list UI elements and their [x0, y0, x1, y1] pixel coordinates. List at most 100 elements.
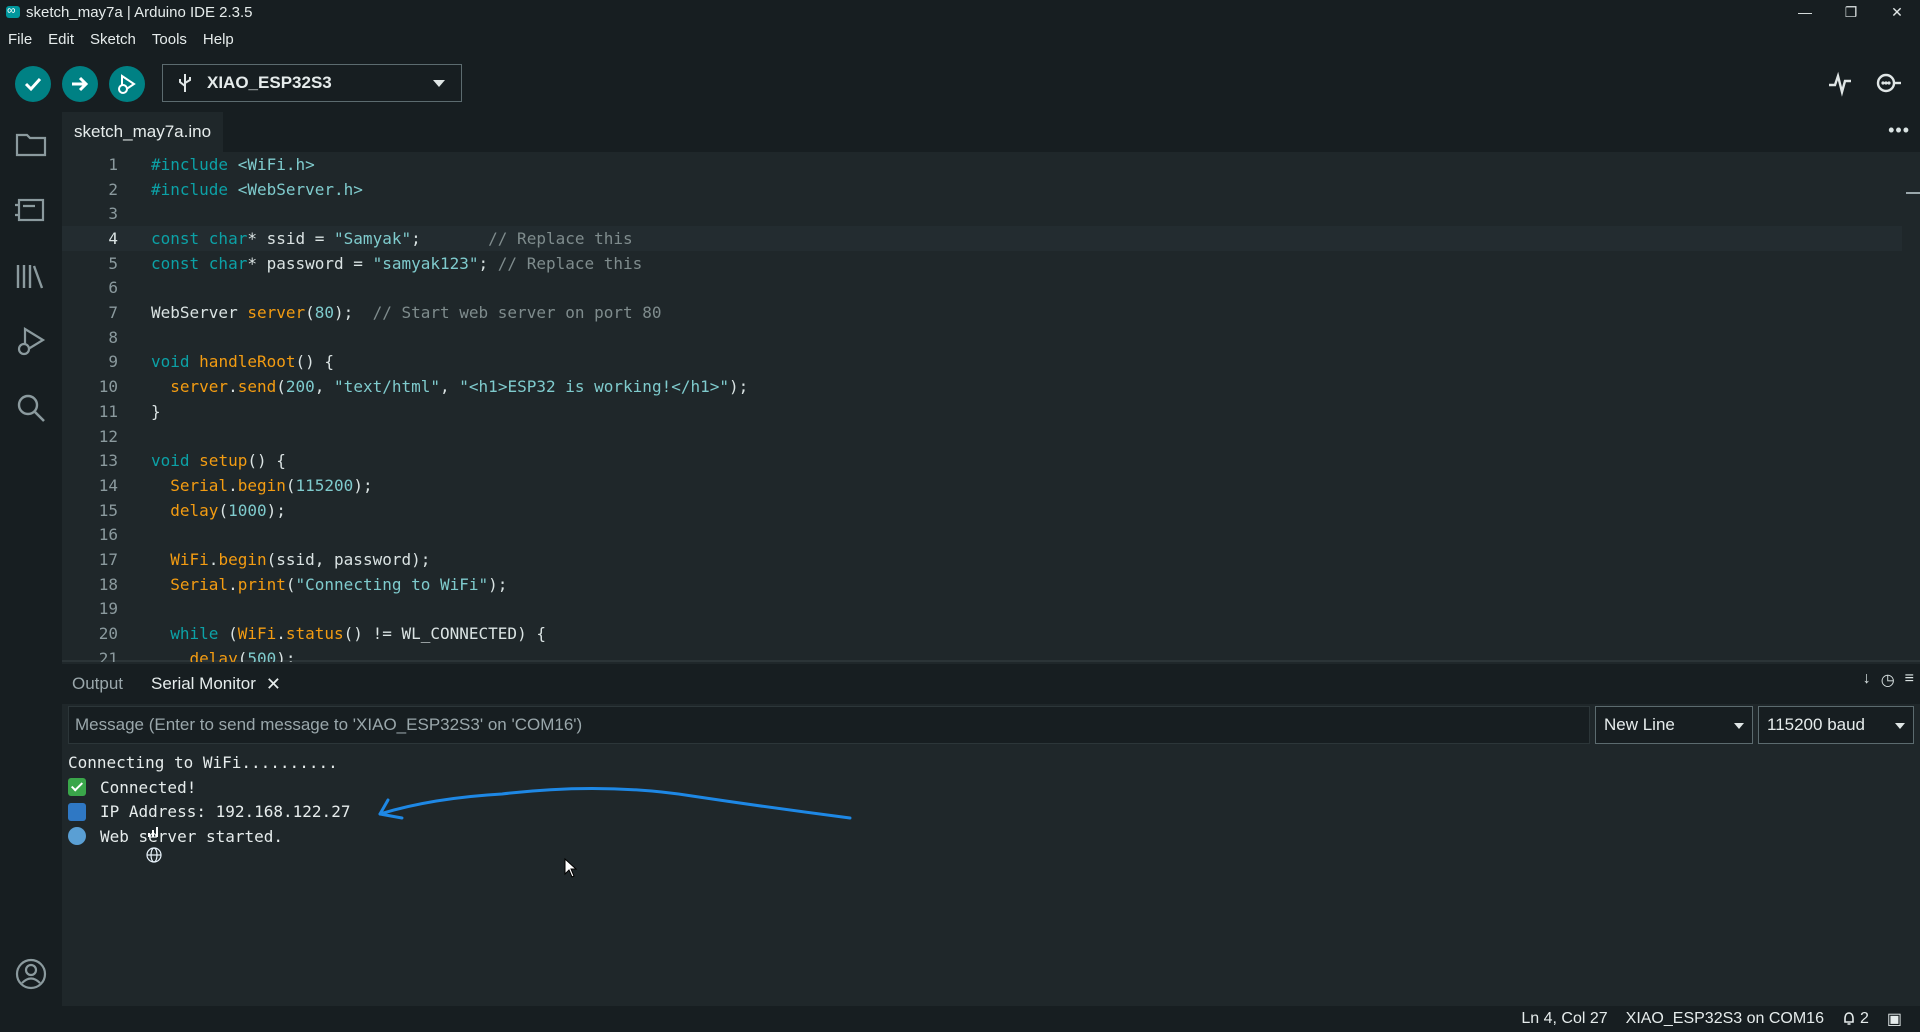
clear-output-icon[interactable]: ≡	[1905, 670, 1914, 690]
baud-rate-select[interactable]: 115200 baud	[1758, 706, 1914, 744]
cursor-position[interactable]: Ln 4, Col 27	[1521, 1010, 1607, 1028]
menu-tools[interactable]: Tools	[144, 31, 195, 48]
window-controls: — ❐ ✕	[1782, 0, 1920, 24]
line-number: 5	[108, 253, 118, 273]
restore-button[interactable]: ❐	[1828, 0, 1874, 24]
code-line[interactable]: 3	[62, 201, 1902, 226]
more-actions-icon[interactable]: •••	[1888, 120, 1910, 141]
code-text: const char* password = "samyak123"; // R…	[151, 253, 643, 273]
line-number: 14	[98, 475, 118, 495]
window-title: sketch_may7a | Arduino IDE 2.3.5	[26, 3, 253, 21]
board-port-status[interactable]: XIAO_ESP32S3 on COM16	[1626, 1010, 1824, 1028]
code-line[interactable]: 14 Serial.begin(115200);	[62, 473, 1902, 498]
chevron-down-icon	[433, 80, 445, 87]
baud-rate-value: 115200 baud	[1767, 715, 1866, 734]
menu-edit[interactable]: Edit	[40, 31, 82, 48]
code-text: void handleRoot() {	[151, 352, 335, 372]
line-number: 18	[98, 574, 118, 594]
code-line[interactable]: 6	[62, 276, 1902, 301]
line-number: 4	[108, 228, 118, 248]
activity-sidebar	[0, 112, 62, 1006]
minimize-button[interactable]: —	[1782, 0, 1828, 24]
line-number: 2	[108, 179, 118, 199]
serial-line-text: Connecting to WiFi..........	[68, 752, 338, 772]
bell-icon	[1844, 1012, 1854, 1025]
autoscroll-icon[interactable]: ↓	[1863, 670, 1871, 690]
search-icon[interactable]	[13, 390, 49, 426]
menu-bar: File Edit Sketch Tools Help	[0, 26, 242, 52]
code-line[interactable]: 12	[62, 424, 1902, 449]
debug-button[interactable]	[109, 66, 145, 102]
toggle-panel-icon[interactable]: ▣	[1887, 1009, 1902, 1029]
folder-icon[interactable]	[13, 126, 49, 162]
line-ending-select[interactable]: New Line	[1595, 706, 1753, 744]
code-line[interactable]: 7 WebServer server(80); // Start web serv…	[62, 300, 1902, 325]
code-text: WiFi.begin(ssid, password);	[170, 550, 431, 570]
verify-button[interactable]	[15, 66, 51, 102]
line-number: 1	[108, 154, 118, 174]
library-icon[interactable]	[13, 258, 49, 294]
line-ending-value: New Line	[1604, 715, 1675, 734]
code-line[interactable]: 8	[62, 325, 1902, 350]
code-text: #include <WebServer.h>	[151, 179, 363, 199]
code-line[interactable]: 2 #include <WebServer.h>	[62, 177, 1902, 202]
tab-sketch-file[interactable]: sketch_may7a.ino	[62, 112, 224, 152]
debug-sidebar-icon[interactable]	[13, 324, 49, 360]
code-line[interactable]: 9 void handleRoot() {	[62, 350, 1902, 375]
line-number: 16	[98, 525, 118, 545]
timestamp-icon[interactable]: ◷	[1881, 670, 1895, 690]
tab-serial-monitor[interactable]: Serial Monitor ✕	[151, 664, 281, 704]
menu-sketch[interactable]: Sketch	[82, 31, 144, 48]
code-editor[interactable]: 1 #include <WiFi.h> 2 #include <WebServer.h…	[62, 152, 1920, 662]
globe-glyph	[146, 847, 162, 864]
code-line[interactable]: 16	[62, 523, 1902, 548]
notifications-status[interactable]: 2	[1842, 1010, 1869, 1028]
upload-button[interactable]	[62, 66, 98, 102]
board-selector[interactable]: XIAO_ESP32S3	[162, 64, 462, 102]
close-button[interactable]: ✕	[1874, 0, 1920, 24]
serial-line-text: IP Address: 192.168.122.27	[100, 802, 351, 822]
panel-tabs: Output Serial Monitor ✕ ↓ ◷ ≡	[62, 664, 1920, 704]
serial-output: Connecting to WiFi.......... Connected! …	[68, 750, 1908, 864]
code-line[interactable]: 15 delay(1000);	[62, 498, 1902, 523]
usb-icon	[179, 74, 191, 92]
chevron-down-icon	[1734, 723, 1744, 729]
line-number: 10	[98, 377, 118, 397]
line-number: 9	[108, 352, 118, 372]
code-text: void setup() {	[151, 451, 286, 471]
code-text: WebServer server(80); // Start web serve…	[151, 303, 662, 323]
code-line[interactable]: 1 #include <WiFi.h>	[62, 152, 1902, 177]
code-line[interactable]: 11}	[62, 399, 1902, 424]
overview-ruler-marker	[1906, 192, 1920, 194]
code-line[interactable]: 4 const char* ssid = "Samyak"; // Replace…	[62, 226, 1902, 251]
serial-line: Web server started.	[68, 824, 1908, 864]
line-number: 17	[98, 550, 118, 570]
code-text: }	[151, 401, 161, 421]
debug-icon	[118, 74, 136, 94]
tab-output-label: Output	[72, 674, 124, 693]
serial-plotter-button[interactable]	[1825, 68, 1855, 98]
line-number: 3	[108, 204, 118, 224]
code-line[interactable]: 18 Serial.print("Connecting to WiFi");	[62, 572, 1902, 597]
code-line[interactable]: 13 void setup() {	[62, 448, 1902, 473]
menu-file[interactable]: File	[0, 31, 40, 48]
serial-monitor-button[interactable]	[1873, 68, 1903, 98]
annotation-arrow	[378, 786, 852, 820]
boards-manager-icon[interactable]	[13, 192, 49, 228]
code-line[interactable]: 17 WiFi.begin(ssid, password);	[62, 547, 1902, 572]
mouse-cursor	[564, 858, 578, 878]
serial-message-input[interactable]: Message (Enter to send message to 'XIAO_…	[68, 706, 1590, 744]
close-icon[interactable]: ✕	[266, 674, 281, 695]
signal-bars-icon	[68, 802, 159, 837]
code-line[interactable]: 19	[62, 597, 1902, 622]
code-line[interactable]: 10 server.send(200, "text/html", "<h1>ES…	[62, 374, 1902, 399]
line-number: 21	[98, 648, 118, 662]
code-line[interactable]: 5 const char* password = "samyak123"; // …	[62, 251, 1902, 276]
menu-help[interactable]: Help	[195, 31, 242, 48]
code-line[interactable]: 21 delay(500);	[62, 646, 1902, 662]
code-line[interactable]: 20 while (WiFi.status() != WL_CONNECTED)…	[62, 621, 1902, 646]
account-icon[interactable]	[13, 956, 49, 992]
signal-bars-glyph	[148, 826, 159, 837]
tab-output[interactable]: Output	[72, 664, 123, 704]
line-number: 12	[98, 426, 118, 446]
